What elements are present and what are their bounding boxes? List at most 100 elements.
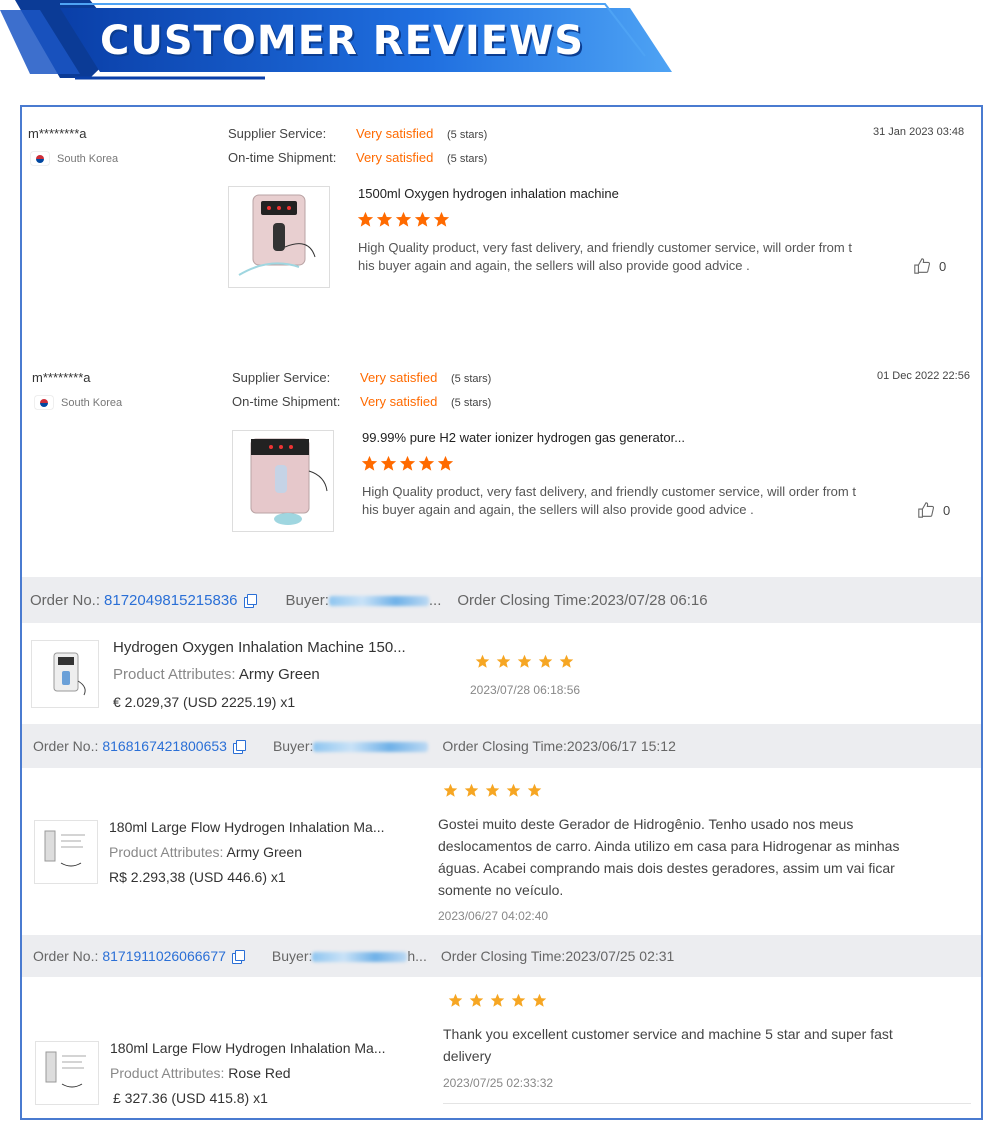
review-text: High Quality product, very fast delivery… <box>362 484 856 517</box>
order-number-link[interactable]: 8168167421800653 <box>102 738 246 754</box>
buyer-info: Buyer:... <box>286 592 442 609</box>
star-icon <box>448 993 463 1007</box>
star-icon <box>357 211 374 227</box>
on-time-shipment-rating: On-time Shipment: Very satisfied (5 star… <box>228 150 487 165</box>
review-card: m********a South Korea Supplier Service:… <box>22 351 981 591</box>
star-icon <box>506 783 521 797</box>
order-product-title[interactable]: 180ml Large Flow Hydrogen Inhalation Ma.… <box>109 819 384 835</box>
hydrogen-machine-box-image <box>44 830 85 867</box>
order-number: 8168167421800653 <box>102 738 227 754</box>
supplier-service-rating: Supplier Service: Very satisfied (5 star… <box>232 370 491 385</box>
reviewer-country: South Korea <box>31 152 118 165</box>
star-icon <box>496 654 511 668</box>
star-icon <box>376 211 393 227</box>
order-no-label: Order No.: <box>33 948 99 964</box>
product-rating-stars <box>361 455 454 472</box>
star-icon <box>437 455 454 471</box>
order-price: £ 327.36 (USD 415.8) x1 <box>113 1090 268 1106</box>
star-icon <box>361 455 378 471</box>
star-icon <box>475 654 490 668</box>
star-icon <box>490 993 505 1007</box>
product-rating-stars <box>357 211 450 228</box>
order-closing-time: Order Closing Time:2023/07/28 06:16 <box>457 591 708 609</box>
divider <box>443 1103 971 1104</box>
product-name[interactable]: 1500ml Oxygen hydrogen inhalation machin… <box>358 186 619 201</box>
attr-label: Product Attributes: <box>110 1065 225 1081</box>
attr-value: Army Green <box>238 666 320 683</box>
copy-icon[interactable] <box>231 949 245 964</box>
order-header: Order No.: 8171911026066677 Buyer: h... O… <box>22 935 981 977</box>
order-product-image[interactable] <box>31 640 99 708</box>
attr-value: Rose Red <box>228 1065 291 1081</box>
like-count: 0 <box>939 258 947 274</box>
copy-icon[interactable] <box>243 593 257 608</box>
inhalation-machine-image <box>53 652 86 696</box>
order-number-link[interactable]: 8171911026066677 <box>102 948 245 964</box>
star-icon <box>414 211 431 227</box>
product-name[interactable]: 99.99% pure H2 water ionizer hydrogen ga… <box>362 430 685 445</box>
reviewer-name: m********a <box>32 370 91 385</box>
order-number-link[interactable]: 8172049815215836 <box>104 592 257 609</box>
reviewer-country: South Korea <box>35 396 122 409</box>
country-name: South Korea <box>61 396 123 409</box>
country-name: South Korea <box>57 152 119 165</box>
copy-icon[interactable] <box>232 739 246 754</box>
oxygen-machine-image <box>238 194 316 276</box>
review-time: 2023/07/28 06:18:56 <box>470 683 581 697</box>
like-count: 0 <box>943 502 951 518</box>
order-rating-stars <box>443 783 542 798</box>
shipment-label: On-time Shipment: <box>228 150 337 165</box>
star-icon <box>469 993 484 1007</box>
star-icon <box>538 654 553 668</box>
product-attributes: Product Attributes: Army Green <box>109 844 302 860</box>
star-icon <box>559 654 574 668</box>
supplier-service-stars: (5 stars) <box>451 373 492 385</box>
order-product-title[interactable]: Hydrogen Oxygen Inhalation Machine 150..… <box>113 639 406 656</box>
buyer-info: Buyer: <box>273 738 429 754</box>
product-image[interactable] <box>232 430 334 532</box>
star-icon <box>380 455 397 471</box>
product-attributes: Product Attributes: Army Green <box>113 666 320 683</box>
order-header: Order No.: 8168167421800653 Buyer: Order… <box>22 724 981 768</box>
south-korea-flag-icon <box>31 152 49 165</box>
review-card: m********a South Korea Supplier Service:… <box>22 107 981 347</box>
supplier-service-rating: Supplier Service: Very satisfied (5 star… <box>228 126 487 141</box>
review-date: 01 Dec 2022 22:56 <box>877 370 970 382</box>
review-text: High Quality product, very fast delivery… <box>358 240 852 273</box>
product-image[interactable] <box>228 186 330 288</box>
shipment-label: On-time Shipment: <box>232 394 341 409</box>
star-icon <box>532 993 547 1007</box>
review-date: 31 Jan 2023 03:48 <box>873 126 965 138</box>
attr-value: Army Green <box>226 844 302 860</box>
shipment-value: Very satisfied <box>356 150 434 165</box>
review-time: 2023/07/25 02:33:32 <box>443 1076 554 1090</box>
order-rating-stars <box>475 654 574 669</box>
on-time-shipment-rating: On-time Shipment: Very satisfied (5 star… <box>232 394 491 409</box>
star-icon <box>511 993 526 1007</box>
star-icon <box>443 783 458 797</box>
page-title: CUSTOMER REVIEWS <box>100 18 585 64</box>
star-icon <box>433 211 450 227</box>
order-price: R$ 2.293,38 (USD 446.6) x1 <box>109 869 286 885</box>
south-korea-flag-icon <box>35 396 53 409</box>
order-product-title[interactable]: 180ml Large Flow Hydrogen Inhalation Ma.… <box>110 1040 385 1056</box>
order-product-image[interactable] <box>35 1041 99 1105</box>
hydrogen-machine-box-image <box>45 1051 86 1088</box>
h2-ionizer-image <box>250 438 328 525</box>
like-button[interactable]: 0 <box>917 501 950 519</box>
star-icon <box>485 783 500 797</box>
order-number: 8171911026066677 <box>102 948 226 964</box>
order-price: € 2.029,37 (USD 2225.19) x1 <box>113 694 296 710</box>
shipment-stars: (5 stars) <box>451 397 492 409</box>
order-no-label: Order No.: <box>30 591 101 609</box>
reviews-frame: m********a South Korea Supplier Service:… <box>20 105 983 1120</box>
supplier-service-label: Supplier Service: <box>232 370 331 385</box>
like-button[interactable]: 0 <box>913 257 946 275</box>
reviewer-name: m********a <box>28 126 87 141</box>
thumbs-up-icon <box>914 258 930 274</box>
order-product-image[interactable] <box>34 820 98 884</box>
star-icon <box>464 783 479 797</box>
star-icon <box>517 654 532 668</box>
order-closing-time: Order Closing Time:2023/07/25 02:31 <box>440 948 675 964</box>
star-icon <box>399 455 416 471</box>
